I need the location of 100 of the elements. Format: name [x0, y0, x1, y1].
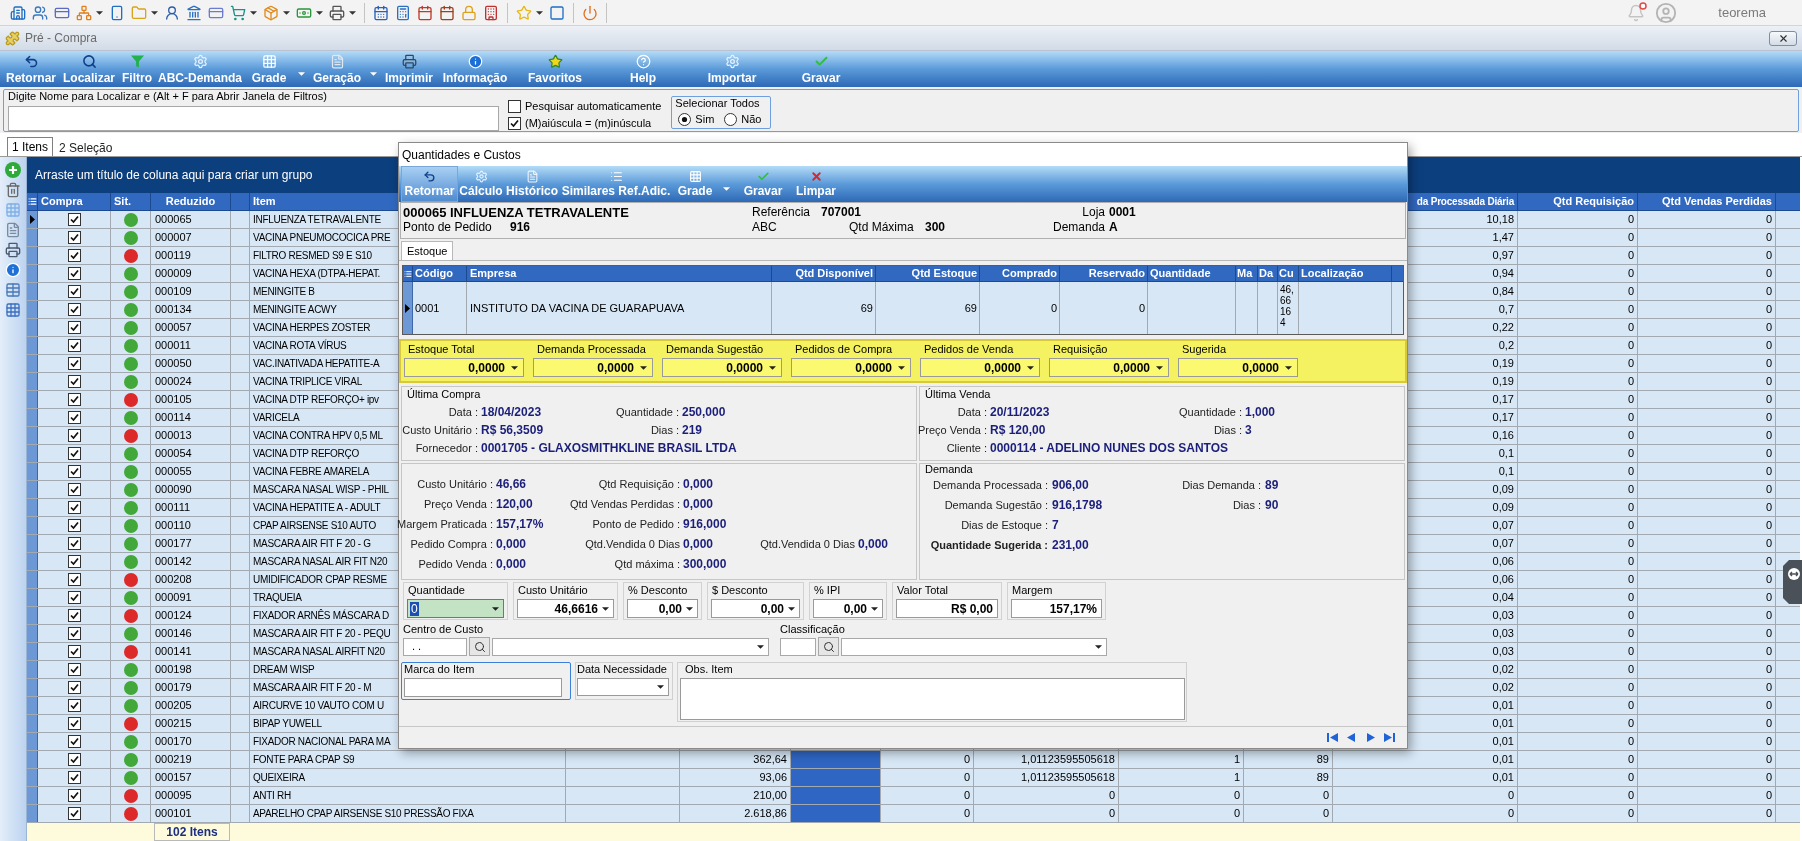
row-indicator[interactable]	[27, 211, 38, 228]
toolbar-button[interactable]: Localizar	[60, 51, 118, 87]
column-header[interactable]: Ma	[1237, 266, 1253, 281]
caret-icon[interactable]	[250, 10, 257, 15]
checkbox[interactable]	[67, 321, 81, 334]
checkbox[interactable]	[67, 501, 81, 514]
toolbar-button[interactable]: Importar	[688, 51, 776, 87]
caret-icon[interactable]	[871, 606, 878, 611]
toolbar-button[interactable]: Histórico	[504, 166, 560, 202]
column-header[interactable]: Qtd Requisição	[1553, 193, 1634, 210]
caret-icon[interactable]	[788, 606, 795, 611]
toolbar-button[interactable]: Favoritos	[512, 51, 598, 87]
toolbar-button[interactable]: Imprimir	[380, 51, 438, 87]
caret-icon[interactable]	[511, 365, 518, 370]
building-icon[interactable]	[10, 4, 26, 21]
toolbar-button[interactable]: Grade	[672, 166, 718, 202]
column-header[interactable]: Qtd Disponível	[795, 266, 873, 281]
checkbox[interactable]	[67, 627, 81, 640]
column-header[interactable]: Reduzido	[165, 193, 216, 210]
checkbox[interactable]	[67, 789, 81, 802]
radio-label[interactable]: Sim	[695, 113, 715, 126]
toolbar-button[interactable]: Help	[598, 51, 688, 87]
column-chooser-icon[interactable]	[27, 197, 37, 206]
checkbox-label[interactable]: (M)aiúscula = (m)inúscula	[525, 117, 652, 130]
power-icon[interactable]	[582, 4, 598, 21]
caret-icon[interactable]	[316, 10, 323, 15]
search-button[interactable]	[469, 637, 490, 656]
trash-icon[interactable]	[5, 182, 21, 198]
grid-icon[interactable]	[5, 302, 21, 318]
dropdown-field[interactable]: 0	[407, 599, 504, 618]
table-icon[interactable]	[5, 282, 21, 298]
dropdown-field[interactable]: 0,00	[627, 599, 698, 618]
close-button[interactable]	[1769, 30, 1797, 46]
column-header[interactable]: da Processada Diária	[1416, 193, 1514, 210]
column-header[interactable]: Compra	[41, 193, 83, 210]
column-header[interactable]: Quantidade	[1150, 266, 1211, 281]
toolbar-button[interactable]: Filtro	[118, 51, 156, 87]
checkbox[interactable]	[67, 609, 81, 622]
text-area[interactable]	[680, 678, 1185, 720]
checkbox[interactable]	[67, 411, 81, 424]
checkbox[interactable]	[67, 267, 81, 280]
caret-icon[interactable]	[492, 606, 499, 611]
tab[interactable]: 1 Itens	[7, 137, 54, 156]
checkbox[interactable]	[67, 339, 81, 352]
radio-button[interactable]	[724, 113, 738, 126]
checkbox[interactable]	[67, 519, 81, 532]
column-header[interactable]: Cu	[1279, 266, 1294, 281]
checkbox[interactable]	[67, 393, 81, 406]
checkbox[interactable]	[67, 591, 81, 604]
toolbar-button[interactable]: Retornar	[401, 166, 458, 202]
checkbox[interactable]	[67, 213, 81, 226]
toolbar-button[interactable]: Retornar	[2, 51, 60, 87]
building-icon[interactable]	[483, 4, 499, 21]
checkbox[interactable]	[67, 483, 81, 496]
checkbox[interactable]	[67, 537, 81, 550]
toolbar-button[interactable]: Gravar	[734, 166, 792, 202]
caret-icon[interactable]	[151, 10, 158, 15]
dropdown-field[interactable]: 0,0000	[791, 358, 911, 377]
tab[interactable]: Estoque	[401, 241, 454, 260]
checkbox[interactable]	[67, 771, 81, 784]
calendar-icon[interactable]	[439, 4, 455, 21]
last-page-icon[interactable]	[1384, 733, 1395, 742]
search-field[interactable]	[8, 106, 499, 131]
printer-icon[interactable]	[5, 242, 21, 258]
dropdown-field[interactable]: 0,0000	[1178, 358, 1298, 377]
code-field[interactable]	[780, 637, 816, 656]
caret-icon[interactable]	[1156, 365, 1163, 370]
checkbox[interactable]	[67, 357, 81, 370]
dropdown-field[interactable]: 0,00	[711, 599, 800, 618]
checkbox[interactable]	[67, 285, 81, 298]
dropdown-field[interactable]	[577, 678, 669, 696]
bank-icon[interactable]	[186, 4, 202, 21]
caret-icon[interactable]	[686, 606, 693, 611]
document-icon[interactable]	[5, 222, 21, 238]
column-header[interactable]: Localização	[1301, 266, 1364, 281]
column-header[interactable]: Qtd Vendas Perdidas	[1661, 193, 1772, 210]
column-header[interactable]: Item	[253, 193, 276, 210]
bell-icon[interactable]	[1627, 3, 1646, 22]
toolbar-button[interactable]: Limpar	[792, 166, 840, 202]
dropdown-field[interactable]	[841, 637, 1107, 656]
toolbar-button[interactable]: Grade	[244, 51, 294, 87]
caret-icon[interactable]	[657, 685, 664, 689]
checkbox[interactable]	[67, 807, 81, 820]
input-field[interactable]	[404, 678, 562, 697]
toolbar-button[interactable]: Cálculo	[458, 166, 504, 202]
checkbox[interactable]	[67, 753, 81, 766]
column-chooser-icon[interactable]	[403, 269, 412, 278]
next-page-icon[interactable]	[1365, 733, 1376, 742]
calculator-icon[interactable]	[395, 4, 411, 21]
column-header[interactable]: Empresa	[470, 266, 517, 281]
person-icon[interactable]	[164, 4, 180, 21]
dropdown-field[interactable]: 46,6616	[517, 599, 614, 618]
caret-icon[interactable]	[536, 10, 543, 15]
previous-page-icon[interactable]	[1346, 733, 1357, 742]
checkbox[interactable]	[67, 735, 81, 748]
column-header[interactable]: Reservado	[1088, 266, 1145, 281]
checkbox[interactable]	[67, 375, 81, 388]
column-header[interactable]: Código	[415, 266, 453, 281]
checkbox[interactable]	[508, 100, 521, 113]
square-icon[interactable]	[549, 4, 565, 21]
